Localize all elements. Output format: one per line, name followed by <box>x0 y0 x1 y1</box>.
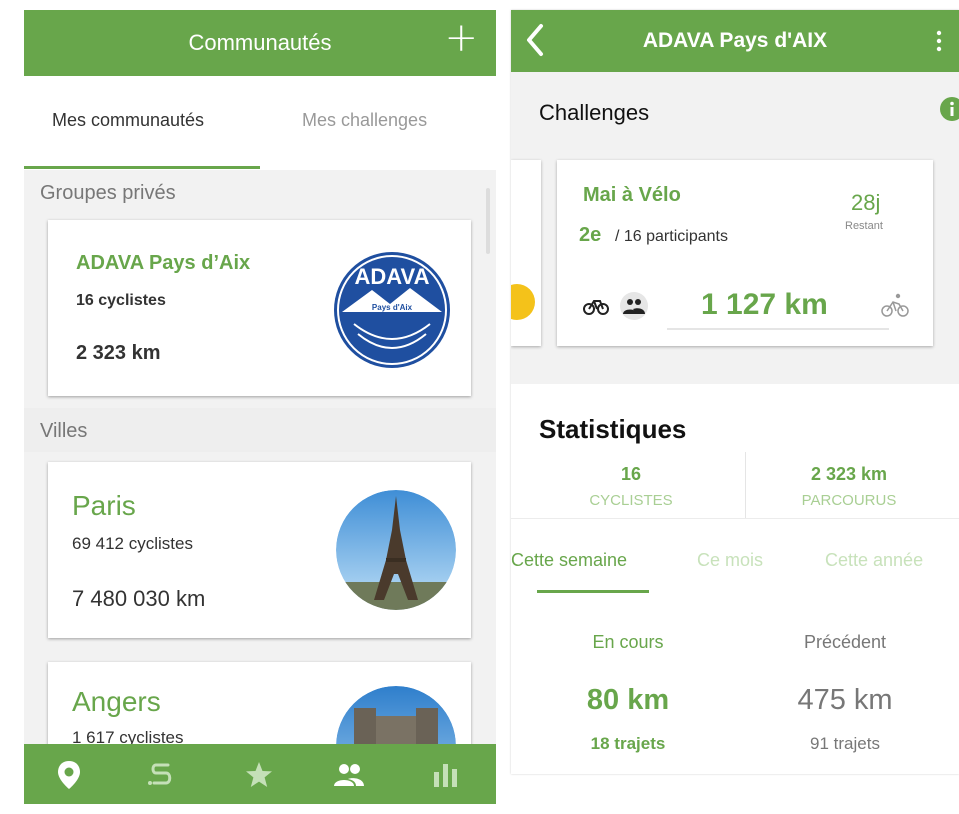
previous-trips: 91 trajets <box>810 734 880 753</box>
challenge-card[interactable]: Mai à Vélo 2e / 16 participants 28j Rest… <box>557 160 933 346</box>
paris-photo <box>336 490 456 610</box>
info-icon[interactable] <box>939 96 959 122</box>
days-remaining: 28j <box>851 190 881 215</box>
section-title-challenges: Challenges <box>539 100 650 125</box>
more-vert-icon[interactable] <box>935 30 943 52</box>
svg-text:Pays d'Aix: Pays d'Aix <box>372 303 413 312</box>
active-tab-indicator <box>537 590 649 593</box>
city-name: Angers <box>72 686 161 717</box>
cyclists-count: 16 <box>620 464 642 484</box>
challenge-participants: / 16 participants <box>615 228 728 245</box>
challenge-name: Mai à Vélo <box>583 184 681 206</box>
current-km: 80 km <box>586 684 670 716</box>
tab-this-year[interactable]: Cette année <box>825 550 923 571</box>
app-header: Communautés + <box>24 10 496 76</box>
bottom-navigation <box>24 744 496 804</box>
challenge-rank: 2e <box>579 224 602 246</box>
people-icon[interactable] <box>332 758 366 792</box>
progress-track <box>667 328 889 330</box>
tab-my-communities[interactable]: Mes communautés <box>52 110 204 131</box>
stats-icon[interactable] <box>428 758 462 792</box>
screenshot-root: Communautés + Mes communautés Mes challe… <box>0 0 959 814</box>
tab-my-challenges[interactable]: Mes challenges <box>302 110 427 131</box>
tab-this-month[interactable]: Ce mois <box>697 550 763 571</box>
map-pin-icon[interactable] <box>52 758 86 792</box>
tab-bar: Mes communautés Mes challenges <box>24 76 496 170</box>
adava-logo: ADAVA Pays d'Aix <box>334 252 450 368</box>
section-title-statistics: Statistiques <box>539 414 687 444</box>
statistics-panel: Statistiques 16 CYCLISTES 2 323 km PARCO… <box>511 384 959 774</box>
total-km-label: PARCOURUS <box>801 492 897 509</box>
community-detail-screen: ADAVA Pays d'AIX Challenges Mai à Vélo 2… <box>511 10 959 774</box>
cyclist-icon <box>881 293 909 317</box>
community-km: 2 323 km <box>76 342 161 364</box>
city-km: 7 480 030 km <box>72 586 206 611</box>
divider <box>511 518 959 519</box>
bike-icon[interactable] <box>583 296 609 316</box>
plus-icon[interactable]: + <box>444 18 478 58</box>
section-title-cities: Villes <box>24 408 496 452</box>
people-icon[interactable] <box>617 292 651 320</box>
community-name: ADAVA Pays d’Aix <box>76 252 251 274</box>
svg-text:ADAVA: ADAVA <box>355 264 430 289</box>
page-title: ADAVA Pays d'AIX <box>642 29 828 52</box>
section-title-private-groups: Groupes privés <box>40 182 176 204</box>
app-header: ADAVA Pays d'AIX <box>511 10 959 72</box>
previous-period-label: Précédent <box>803 632 887 652</box>
city-card-paris[interactable]: Paris 69 412 cyclistes 7 480 030 km <box>48 462 471 638</box>
active-tab-indicator <box>24 166 260 169</box>
community-card-adava[interactable]: ADAVA Pays d’Aix 16 cyclistes 2 323 km A… <box>48 220 471 396</box>
total-km: 2 323 km <box>810 464 888 484</box>
current-trips: 18 trajets <box>590 734 666 753</box>
community-cyclists: 16 cyclistes <box>76 292 166 309</box>
days-remaining-label: Restant <box>845 220 883 232</box>
previous-km: 475 km <box>797 684 893 716</box>
city-name: Paris <box>72 490 136 521</box>
tab-this-week[interactable]: Cette semaine <box>511 550 627 571</box>
star-icon[interactable] <box>242 758 276 792</box>
city-cyclists: 69 412 cyclistes <box>72 534 193 553</box>
current-period-label: En cours <box>592 632 664 652</box>
route-icon[interactable] <box>144 758 178 792</box>
cyclists-label: CYCLISTES <box>589 492 673 509</box>
communities-screen: Communautés + Mes communautés Mes challe… <box>24 10 496 804</box>
challenge-distance: 1 127 km <box>701 288 828 321</box>
page-title: Communautés <box>188 30 332 55</box>
